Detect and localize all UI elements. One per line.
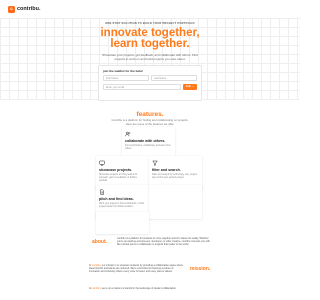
hero-headline-line-2: learn together. [110,38,190,50]
feature-card-desc: Find contributors, collaborate, and lear… [125,144,171,150]
hero-eyebrow: ONE STOP SOLUTION TO BUILD YOUR PROJECT … [105,22,195,25]
feature-card-title: pitch and find ideas. [99,197,134,201]
about-text: contribu is a platform for students to c… [117,237,210,247]
file-icon [100,189,104,195]
join-button[interactable]: Join → [183,84,197,90]
top-nav: c contribu. [0,0,300,18]
feature-card-desc: Pitch your project to find contributors,… [99,202,144,208]
feature-card-desc: Filter and search by technology, role, p… [152,173,198,179]
feature-card-title: filter and search. [152,168,181,172]
features-title: features. [136,111,164,118]
feature-card-desc: Showcase projects to hiring teams for ou… [99,173,138,182]
feature-card-title: showcase projects. [99,168,133,172]
first-name-field[interactable]: First Name [103,75,149,81]
feature-card-empty [149,185,202,219]
hero-subtitle: Showcase your projects, get feedback, an… [102,53,198,61]
monitor-icon [99,160,105,166]
waitlist-label: join the waitlist for the beta! [103,69,143,73]
last-name-field[interactable]: Last Name [151,75,197,81]
mission-text: At contribu, our mission is to empower s… [89,264,184,274]
feature-card-title: collaborate with others. [125,139,166,143]
waitlist-form: join the waitlist for the beta! First Na… [98,65,202,101]
filter-icon [152,160,158,166]
email-field[interactable]: Enter your email [103,84,181,90]
brand-name[interactable]: contribu. [17,6,41,12]
hero-section: ONE STOP SOLUTION TO BUILD YOUR PROJECT … [0,18,300,101]
logo-icon[interactable]: c [8,5,15,13]
users-icon [125,131,131,137]
about-title: about. [92,239,107,245]
closing-text: At contribu, we're on a mission to trans… [89,287,177,290]
mission-title: mission. [190,266,211,272]
feature-card-empty [96,212,149,234]
features-subtitle: Contribu is a platform for finding and c… [111,118,189,126]
